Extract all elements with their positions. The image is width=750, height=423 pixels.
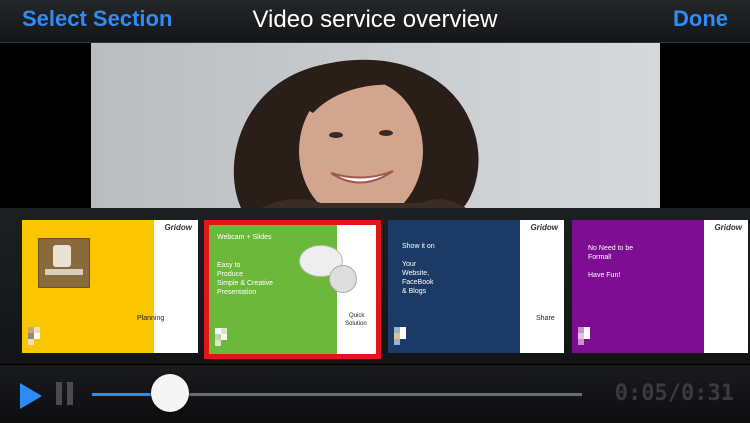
slide-heading: Webcam + Slides <box>217 234 272 241</box>
slide-heading: Show it on <box>402 243 435 250</box>
slide-caption-line-1: Quick <box>349 313 365 319</box>
gridow-mark-icon <box>28 327 44 347</box>
slide-caption: Share <box>536 315 555 322</box>
slide-line-1: Your <box>402 261 417 268</box>
presenter-circle-image <box>329 265 357 293</box>
slide-line-1: Easy to <box>217 262 241 269</box>
slide-line-4: & Blogs <box>402 288 427 295</box>
gridow-mark-icon <box>394 327 410 347</box>
slide-line-3: Simple & Creative <box>217 280 274 287</box>
section-thumbnail-strip: Gridow Planning Webcam + Slides Easy to … <box>0 208 750 364</box>
section-thumbnail-share[interactable]: Gridow Show it on Your Website, FaceBook… <box>388 220 564 353</box>
slide-caption-line-2: Solution <box>345 321 367 327</box>
presenter-video-image <box>233 59 479 208</box>
navigation-bar: Select Section Video service overview Do… <box>0 0 750 43</box>
slide-line-3: FaceBook <box>402 279 434 286</box>
slide-line-4: Have Fun! <box>588 272 621 279</box>
section-thumbnail-have-fun[interactable]: Gridow No Need to be Formal! Have Fun! <box>572 220 748 353</box>
playback-controls: 0:05/0:31 <box>0 365 750 423</box>
desk-illustration <box>38 238 90 288</box>
gridow-mark-icon <box>578 327 594 347</box>
slide-line-2: Website, <box>402 270 430 277</box>
slide-line-2: Formal! <box>588 254 612 261</box>
slide-line-4: Presentation <box>217 289 257 296</box>
video-player[interactable] <box>0 43 750 208</box>
slide-line-1: No Need to be <box>588 245 634 252</box>
time-display: 0:05/0:31 <box>614 381 734 406</box>
gridow-logo: Gridow <box>714 223 742 232</box>
play-icon[interactable] <box>20 383 42 409</box>
section-thumbnail-planning[interactable]: Gridow Planning <box>22 220 198 353</box>
gridow-logo: Gridow <box>164 223 192 232</box>
slide-line-2: Produce <box>217 271 244 278</box>
gridow-logo: Gridow <box>530 223 558 232</box>
slide-caption: Planning <box>137 315 165 322</box>
scrub-handle[interactable] <box>151 374 190 412</box>
slide-sidebar <box>704 220 748 353</box>
slide-sidebar <box>520 220 564 353</box>
pause-icon[interactable] <box>56 382 78 410</box>
done-button[interactable]: Done <box>673 6 728 32</box>
slide-sidebar <box>154 220 198 353</box>
video-frame[interactable] <box>91 43 660 208</box>
page-title: Video service overview <box>252 6 498 33</box>
section-thumbnail-webcam-slides[interactable]: Webcam + Slides Easy to Produce Simple &… <box>204 220 381 359</box>
gridow-mark-icon <box>215 328 231 348</box>
